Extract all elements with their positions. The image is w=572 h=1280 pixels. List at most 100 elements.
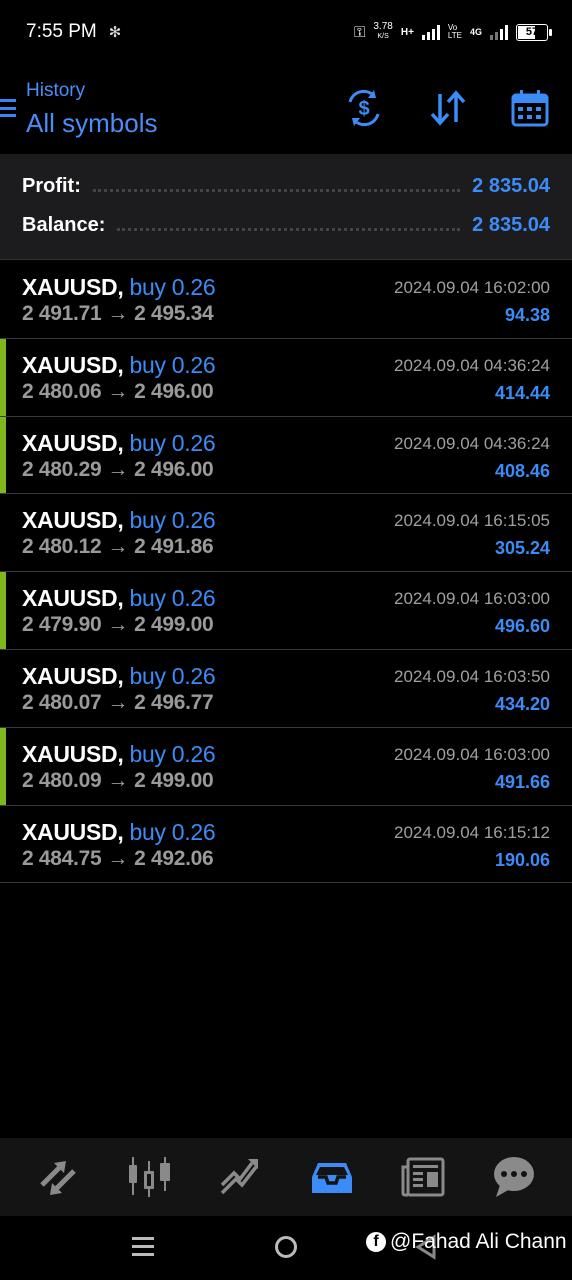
facebook-icon: f bbox=[366, 1232, 386, 1252]
trade-arrow: → bbox=[107, 535, 129, 559]
trade-close-price: 2 496.00 bbox=[134, 457, 214, 481]
status-indicators: ⚿ 3.78 K/S H+ Vo LTE 4G 57 bbox=[354, 22, 552, 42]
trade-open-price: 2 491.71 bbox=[22, 302, 102, 325]
balance-value: 2 835.04 bbox=[472, 213, 550, 236]
trade-row[interactable]: XAUUSD, buy 0.26 2 480.07 → 2 496.77 2024.09… bbox=[0, 650, 572, 728]
battery-level: 57 bbox=[525, 26, 539, 38]
account-summary: Profit: 2 835.04 Balance: 2 835.04 bbox=[0, 154, 572, 260]
trade-row[interactable]: XAUUSD, buy 0.26 2 480.06 → 2 496.00 2024.09… bbox=[0, 338, 572, 417]
trade-profit: 190.06 bbox=[494, 849, 550, 870]
trade-profit: 94.38 bbox=[504, 305, 550, 325]
network-type-left: H+ bbox=[400, 26, 414, 38]
trade-symbol-line: XAUUSD, buy 0.26 bbox=[22, 740, 216, 768]
header-subtitle: History bbox=[26, 80, 86, 101]
menu-icon[interactable] bbox=[0, 99, 16, 117]
network-speed: 3.78 K/S bbox=[373, 22, 392, 42]
history-icon[interactable] bbox=[308, 1153, 356, 1201]
trade-profit: 496.60 bbox=[494, 616, 550, 637]
trade-row[interactable]: XAUUSD, buy 0.26 2 484.75 → 2 492.06 2024.09… bbox=[0, 806, 572, 884]
trade-symbol: XAUUSD, bbox=[22, 818, 124, 845]
trade-symbol: XAUUSD, bbox=[22, 274, 124, 300]
quotes-icon[interactable] bbox=[34, 1153, 82, 1201]
trade-close-price: 2 491.86 bbox=[134, 535, 214, 559]
trade-symbol: XAUUSD, bbox=[22, 585, 124, 612]
trade-symbol: XAUUSD, bbox=[22, 507, 124, 534]
trade-open-price: 2 480.09 bbox=[22, 768, 102, 792]
app-header: History All symbols $ bbox=[0, 64, 572, 154]
currency-exchange-icon[interactable]: $ bbox=[344, 88, 384, 128]
trade-row[interactable]: XAUUSD, buy 0.26 2 480.29 → 2 496.00 2024.09… bbox=[0, 416, 572, 495]
trade-symbol: XAUUSD, bbox=[22, 429, 124, 456]
network-speed-unit: K/S bbox=[377, 33, 389, 40]
trade-row[interactable]: XAUUSD, buy 0.26 2 491.71 → 2 495.34 2024.09… bbox=[0, 261, 572, 339]
watermark-text: @Fahad Ali Chann bbox=[390, 1230, 567, 1253]
trade-profit: 434.20 bbox=[494, 693, 550, 714]
sort-icon[interactable] bbox=[428, 88, 468, 128]
signal-bars-icon bbox=[421, 24, 440, 40]
trade-accent-bar bbox=[0, 338, 6, 416]
battery-icon: 57 bbox=[516, 23, 552, 41]
trade-arrow: → bbox=[107, 457, 129, 481]
recent-apps-icon[interactable] bbox=[132, 1234, 154, 1265]
trade-time: 2024.09.04 04:36:24 bbox=[394, 355, 550, 375]
trade-arrow: → bbox=[107, 379, 129, 403]
trade-accent-bar bbox=[0, 416, 6, 494]
trade-prices: 2 491.71 → 2 495.34 bbox=[22, 302, 214, 326]
trade-arrow: → bbox=[107, 302, 129, 325]
trade-open-price: 2 480.07 bbox=[22, 690, 102, 714]
svg-text:$: $ bbox=[358, 98, 369, 120]
trade-close-price: 2 496.00 bbox=[134, 379, 214, 403]
trade-side: buy 0.26 bbox=[129, 662, 216, 689]
network-type-right: 4G bbox=[469, 27, 482, 37]
trade-side: buy 0.26 bbox=[129, 429, 216, 456]
balance-row: Balance: 2 835.04 bbox=[22, 210, 550, 240]
trade-profit: 408.46 bbox=[494, 460, 550, 481]
trade-row[interactable]: XAUUSD, buy 0.26 2 480.12 → 2 491.86 2024.09… bbox=[0, 494, 572, 573]
trade-profit: 305.24 bbox=[494, 538, 550, 559]
trade-symbol-line: XAUUSD, buy 0.26 bbox=[22, 429, 216, 457]
trade-prices: 2 480.09 → 2 499.00 bbox=[22, 768, 214, 793]
profit-row: Profit: 2 835.04 bbox=[22, 171, 550, 201]
profit-value: 2 835.04 bbox=[472, 174, 550, 197]
profit-label: Profit: bbox=[22, 174, 81, 197]
calendar-icon[interactable] bbox=[510, 88, 550, 128]
trade-symbol-line: XAUUSD, buy 0.26 bbox=[22, 662, 216, 690]
trade-close-price: 2 499.00 bbox=[134, 613, 214, 637]
trade-open-price: 2 480.12 bbox=[22, 535, 102, 559]
balance-dots bbox=[117, 227, 461, 231]
chat-icon[interactable] bbox=[490, 1153, 538, 1201]
trade-time: 2024.09.04 16:03:00 bbox=[394, 744, 550, 764]
news-icon[interactable] bbox=[399, 1153, 447, 1201]
home-icon[interactable] bbox=[274, 1234, 298, 1265]
trade-arrow: → bbox=[107, 613, 129, 637]
trade-side: buy 0.26 bbox=[129, 351, 216, 378]
trade-time: 2024.09.04 16:03:00 bbox=[394, 589, 550, 609]
trade-icon[interactable] bbox=[216, 1153, 264, 1201]
trade-symbol: XAUUSD, bbox=[22, 740, 124, 767]
profit-dots bbox=[92, 188, 461, 192]
trade-time: 2024.09.04 16:15:05 bbox=[394, 511, 550, 531]
trade-close-price: 2 499.00 bbox=[134, 768, 214, 792]
bottom-navigation bbox=[0, 1138, 572, 1216]
trade-row[interactable]: XAUUSD, buy 0.26 2 479.90 → 2 499.00 2024.09… bbox=[0, 572, 572, 650]
trade-row[interactable]: XAUUSD, buy 0.26 2 480.09 → 2 499.00 2024.09… bbox=[0, 727, 572, 806]
chart-icon[interactable] bbox=[125, 1153, 173, 1201]
trade-symbol-line: XAUUSD, buy 0.26 bbox=[22, 351, 216, 379]
trade-arrow: → bbox=[107, 768, 129, 792]
trade-prices: 2 480.06 → 2 496.00 bbox=[22, 379, 214, 404]
trade-symbol-line: XAUUSD, buy 0.26 bbox=[22, 585, 216, 612]
trade-open-price: 2 479.90 bbox=[22, 613, 102, 637]
trade-close-price: 2 496.77 bbox=[134, 690, 214, 714]
balance-label: Balance: bbox=[22, 213, 106, 236]
header-title[interactable]: All symbols bbox=[26, 108, 157, 139]
trade-open-price: 2 480.29 bbox=[22, 457, 102, 481]
trade-symbol: XAUUSD, bbox=[22, 351, 124, 378]
trade-profit: 491.66 bbox=[494, 771, 550, 792]
trade-time: 2024.09.04 16:03:50 bbox=[394, 666, 550, 686]
status-time: 7:55 PM bbox=[26, 21, 97, 42]
trade-side: buy 0.26 bbox=[129, 818, 216, 845]
volte-bottom: LTE bbox=[447, 31, 462, 40]
trade-accent-bar bbox=[0, 727, 6, 805]
settings-gear-icon: ✻ bbox=[108, 24, 122, 41]
trade-time: 2024.09.04 16:15:12 bbox=[394, 822, 550, 842]
